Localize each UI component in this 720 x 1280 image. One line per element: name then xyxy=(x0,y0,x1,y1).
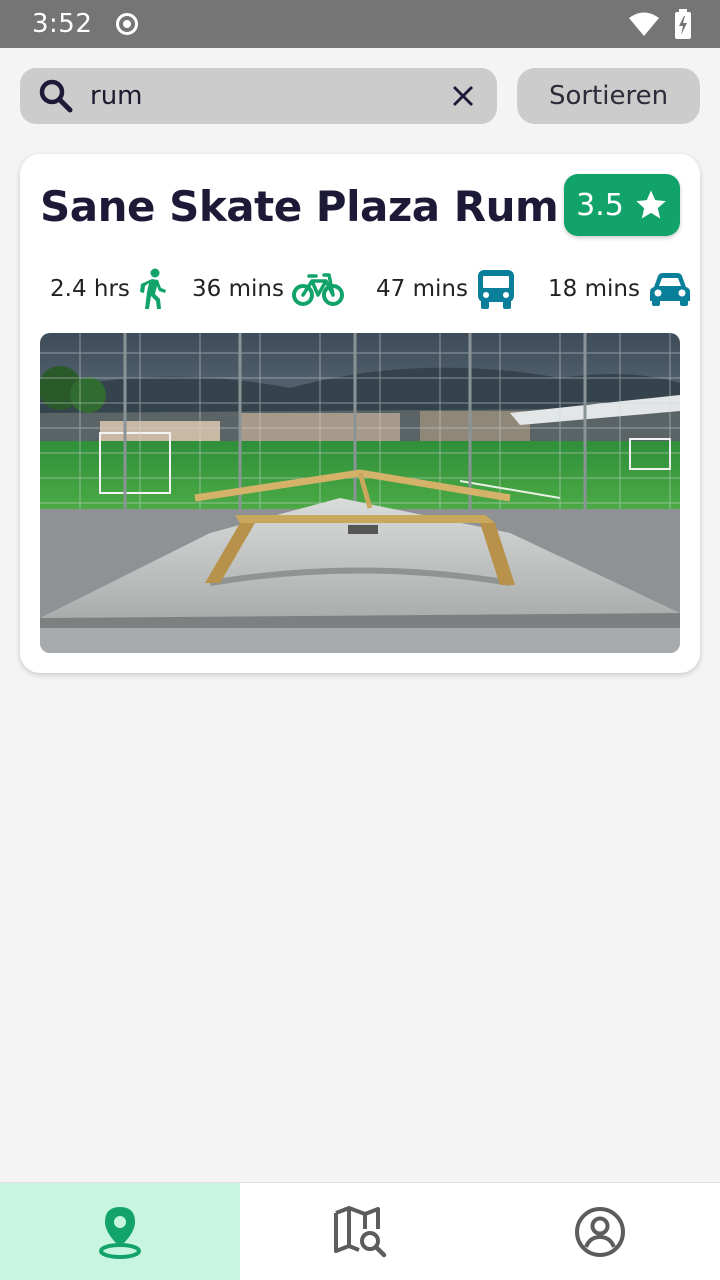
bike-icon xyxy=(291,273,344,306)
sync-status-icon xyxy=(116,13,139,35)
bottom-nav xyxy=(0,1182,720,1280)
travel-bus: 47 mins xyxy=(376,264,516,314)
skatepark-card[interactable]: Sane Skate Plaza Rum 3.5 2.4 hrs 36 mins… xyxy=(20,154,700,673)
search-icon xyxy=(38,78,74,114)
travel-car: 18 mins xyxy=(548,264,692,314)
status-icons xyxy=(628,9,692,39)
rating-value: 3.5 xyxy=(576,187,624,223)
travel-times: 2.4 hrs 36 mins 47 mins 18 mins xyxy=(20,264,700,314)
battery-icon xyxy=(675,9,691,39)
location-pin-icon xyxy=(99,1206,141,1259)
profile-icon xyxy=(575,1206,625,1257)
car-time: 18 mins xyxy=(548,276,640,302)
park-photo xyxy=(40,333,680,653)
walk-icon xyxy=(139,268,166,309)
search-input[interactable] xyxy=(90,81,447,111)
nav-map[interactable] xyxy=(240,1183,480,1280)
park-name: Sane Skate Plaza Rum xyxy=(40,182,559,231)
sort-button[interactable]: Sortieren xyxy=(517,68,700,124)
rating-badge: 3.5 xyxy=(564,174,680,236)
wifi-icon xyxy=(629,12,659,36)
map-search-icon xyxy=(334,1205,387,1257)
status-time: 3:52 xyxy=(32,9,93,39)
search-bar[interactable] xyxy=(20,68,497,124)
star-icon xyxy=(636,190,666,219)
bus-icon xyxy=(477,270,514,309)
nav-profile[interactable] xyxy=(480,1183,720,1280)
travel-bike: 36 mins xyxy=(192,264,344,314)
status-bar: 3:52 xyxy=(0,0,720,48)
walk-time: 2.4 hrs xyxy=(50,276,130,302)
nav-nearby[interactable] xyxy=(0,1183,240,1280)
bus-time: 47 mins xyxy=(376,276,468,302)
car-icon xyxy=(649,273,690,306)
clear-search-icon[interactable] xyxy=(447,80,479,112)
bike-time: 36 mins xyxy=(192,276,284,302)
travel-walk: 2.4 hrs xyxy=(50,264,168,314)
